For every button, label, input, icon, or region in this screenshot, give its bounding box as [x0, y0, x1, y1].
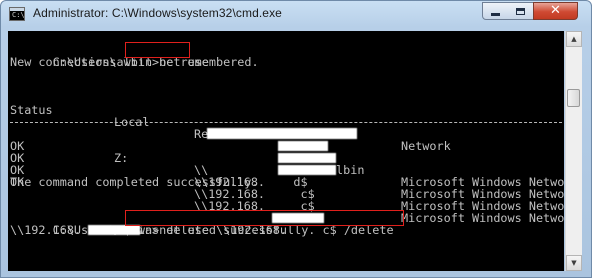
cmd-app-icon[interactable]: C:\	[9, 7, 25, 21]
header-separator	[10, 122, 562, 123]
redaction-mask	[207, 128, 357, 139]
console-line-completed: The command completed successfully.	[10, 175, 259, 189]
console-line-remembered: New connections will be remembered.	[10, 55, 259, 69]
scroll-up-icon[interactable]: ▲	[566, 31, 582, 47]
vertical-scrollbar[interactable]: ▲ ▼	[565, 31, 582, 271]
minimize-icon	[491, 13, 500, 16]
scroll-down-icon[interactable]: ▼	[566, 255, 582, 271]
row-remote: \\192.168. c$	[194, 199, 315, 213]
redaction-mask	[278, 165, 336, 175]
close-icon: ✕	[550, 3, 561, 18]
title-bar[interactable]: C:\ Administrator: C:\Windows\system32\c…	[1, 1, 591, 29]
redaction-mask	[88, 225, 140, 235]
maximize-icon	[516, 7, 525, 15]
maximize-button[interactable]	[508, 2, 534, 20]
redaction-mask	[278, 141, 328, 151]
console-area[interactable]: C:\Users\albin>net use New connections w…	[8, 31, 564, 271]
header-status: Status	[10, 103, 53, 117]
minimize-button[interactable]	[482, 2, 509, 20]
scroll-thumb[interactable]	[567, 89, 580, 107]
console-headers: Status Local Remote Network	[10, 92, 562, 152]
console-line-deleted: \\192.168. c$ was deleted successfully.	[10, 223, 316, 237]
window-title: Administrator: C:\Windows\system32\cmd.e…	[33, 6, 282, 20]
redaction-mask	[272, 213, 324, 223]
redaction-mask	[278, 153, 336, 163]
cmd-icon-glyph: C:\	[12, 11, 25, 19]
row-network: Microsoft Windows Network	[401, 211, 564, 225]
cmd-window: C:\ Administrator: C:\Windows\system32\c…	[0, 0, 592, 278]
close-button[interactable]: ✕	[533, 2, 578, 20]
